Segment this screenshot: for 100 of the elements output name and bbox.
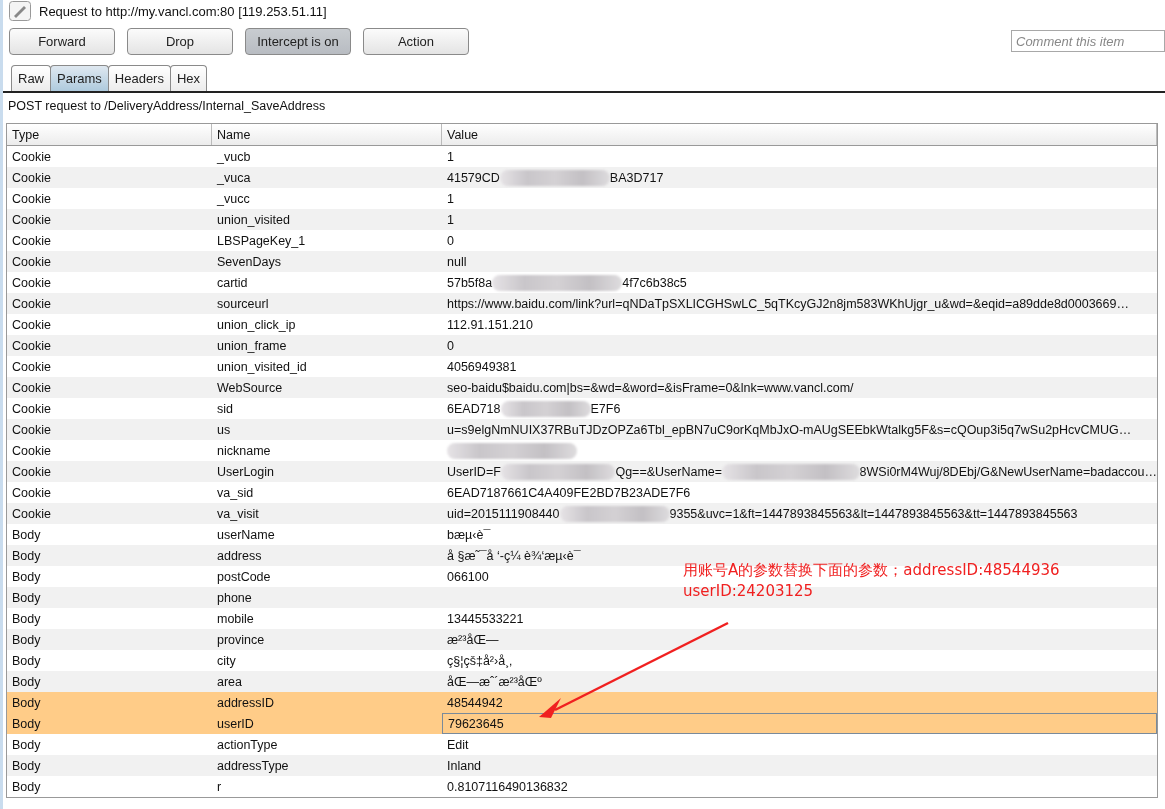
table-cell: SevenDays <box>217 254 281 269</box>
table-cell: addressID <box>217 695 274 710</box>
table-cell: Cookie <box>12 401 51 416</box>
table-row[interactable]: Body addressType Inland <box>7 755 1157 776</box>
action-button[interactable]: Forward <box>9 27 115 55</box>
table-cell: Body <box>12 632 41 647</box>
table-cell: Cookie <box>12 443 51 458</box>
table-cell: addressType <box>217 758 289 773</box>
table-cell: phone <box>217 590 252 605</box>
request-title: Request to http://my.vancl.com:80 [119.253.51.11] <box>39 3 327 19</box>
table-cell: userID <box>217 716 254 731</box>
table-row[interactable]: Cookie us u=s9elgNmNUIX37RBuTJDzOPZa6Tbl_epBN7uC9orKqMbJxO-mAUgSEEbkWtalkg5F&s=cQOup3i5q7wSu2pHcvCMUG… <box>7 419 1157 440</box>
table-cell: 0 <box>447 338 454 353</box>
table-row[interactable]: Cookie sourceurl https://www.baidu.com/link?url=qNDaTpSXLICGHSwLC_5qTKcyGJ2n8jm583WKhUjgr_u&wd=&eqid=a89dde8d0003669… <box>7 293 1157 314</box>
table-row[interactable]: Cookie UserLogin UserID=F Qg==&UserName= 8WSi0rM4Wuj/8DEbj/G&NewUserName=badaccou… <box>7 461 1157 482</box>
table-cell: Cookie <box>12 338 51 353</box>
table-cell: nickname <box>217 443 271 458</box>
table-cell: 48544942 <box>447 695 503 710</box>
table-cell: _vucb <box>217 149 251 164</box>
table-cell: Cookie <box>12 275 51 290</box>
table-cell: 57b5f8a <box>447 275 493 290</box>
toggle-button[interactable]: Intercept is on <box>245 27 351 55</box>
table-row[interactable]: Body province æ²³åŒ— <box>7 629 1157 650</box>
table-cell: _vuca <box>217 170 251 185</box>
table-cell: 79623645 <box>448 716 504 731</box>
table-cell: Body <box>12 695 41 710</box>
table-cell: province <box>217 632 265 647</box>
table-cell: union_visited <box>217 212 290 227</box>
table-cell: Cookie <box>12 233 51 248</box>
table-cell: Inland <box>447 758 482 773</box>
table-cell: va_visit <box>217 506 259 521</box>
table-cell: Cookie <box>12 296 51 311</box>
tab[interactable]: Hex <box>169 65 208 91</box>
tab[interactable]: Raw <box>11 65 51 91</box>
action-button[interactable]: Action <box>363 27 469 55</box>
table-cell: u=s9elgNmNUIX37RBuTJDzOPZa6Tbl_epBN7uC9orKqMbJxO-mAUgSEEbkWtalkg5F&s=cQOup3i5q7wSu2pHcvCMUG… <box>447 422 1132 437</box>
table-row[interactable]: Cookie WebSource seo-baidu$baidu.com|bs=&wd=&word=&isFrame=0&lnk=www.vancl.com/ <box>7 377 1157 398</box>
table-row[interactable]: Cookie union_visited 1 <box>7 209 1157 230</box>
table-cell: 1 <box>447 212 454 227</box>
table-cell: 1 <box>447 191 454 206</box>
table-cell: Cookie <box>12 506 51 521</box>
table-cell: Body <box>12 611 41 626</box>
table-cell: mobile <box>217 611 254 626</box>
table-cell: 8WSi0rM4Wuj/8DEbj/G&NewUserName=badaccou… <box>859 464 1157 479</box>
table-row[interactable]: Cookie va_visit uid=2015111908440 9355&uvc=1&ft=1447893845563&lt=1447893845563&tt=1447893845563 <box>7 503 1157 524</box>
table-row[interactable]: Cookie union_frame 0 <box>7 335 1157 356</box>
table-cell: seo-baidu$baidu.com|bs=&wd=&word=&isFrame=0&lnk=www.vancl.com/ <box>447 380 854 395</box>
table-cell: WebSource <box>217 380 283 395</box>
table-cell: Cookie <box>12 191 51 206</box>
table-cell: Cookie <box>12 464 51 479</box>
table-cell: 0 <box>447 233 454 248</box>
column-header[interactable]: Type <box>7 124 212 145</box>
table-cell: r <box>217 779 222 794</box>
table-cell: Body <box>12 737 41 752</box>
table-cell: Body <box>12 653 41 668</box>
pencil-icon[interactable] <box>9 1 31 21</box>
table-cell: uid=2015111908440 <box>447 506 560 521</box>
table-cell: Body <box>12 716 41 731</box>
table-cell: Cookie <box>12 212 51 227</box>
table-cell: LBSPageKey_1 <box>217 233 306 248</box>
table-cell: us <box>217 422 231 437</box>
table-cell: Edit <box>447 737 469 752</box>
table-cell: Cookie <box>12 170 51 185</box>
table-cell: union_click_ip <box>217 317 296 332</box>
table-cell: postCode <box>217 569 271 584</box>
table-cell: city <box>217 653 236 668</box>
table-cell: null <box>447 254 467 269</box>
table-cell: Body <box>12 758 41 773</box>
table-cell: Cookie <box>12 380 51 395</box>
table-cell: Body <box>12 674 41 689</box>
tab[interactable]: Headers <box>107 65 171 91</box>
table-cell: 1 <box>447 149 454 164</box>
table-cell: Cookie <box>12 254 51 269</box>
table-row[interactable]: Cookie SevenDays null <box>7 251 1157 272</box>
column-header[interactable]: Value <box>442 124 1157 145</box>
table-row[interactable]: Body addressID 48544942 <box>7 692 1157 713</box>
request-line: POST request to /DeliveryAddress/Internal_SaveAddress <box>8 99 326 113</box>
column-header[interactable]: Name <box>212 124 442 145</box>
table-cell: 0.8107116490136832 <box>447 779 568 794</box>
table-cell: BA3D717 <box>609 170 664 185</box>
table-cell: 6EAD7187661C4A409FE2BD7B23ADE7F6 <box>447 485 691 500</box>
table-row[interactable]: Body area åŒ—æˆ´æ²³åŒº <box>7 671 1157 692</box>
table-cell: cartid <box>217 275 248 290</box>
table-cell: Cookie <box>12 149 51 164</box>
table-cell: _vucc <box>217 191 250 206</box>
action-button[interactable]: Drop <box>127 27 233 55</box>
table-cell: åŒ—æˆ´æ²³åŒº <box>447 674 542 689</box>
table-row[interactable]: Cookie _vuca 41579CD BA3D717 <box>7 167 1157 188</box>
table-cell: bæµ‹è¯ <box>447 527 491 542</box>
table-cell: actionType <box>217 737 278 752</box>
table-cell: Body <box>12 527 41 542</box>
table-cell: userName <box>217 527 275 542</box>
table-cell: 112.91.151.210 <box>447 317 533 332</box>
table-row[interactable]: Body userID 79623645 <box>7 713 1157 734</box>
table-cell: UserLogin <box>217 464 274 479</box>
table-cell: Qg==&UserName= <box>615 464 723 479</box>
table-cell: Cookie <box>12 422 51 437</box>
table-cell: 4056949381 <box>447 359 517 374</box>
tab[interactable]: Params <box>50 65 109 91</box>
comment-field[interactable]: Comment this item <box>1011 30 1165 52</box>
